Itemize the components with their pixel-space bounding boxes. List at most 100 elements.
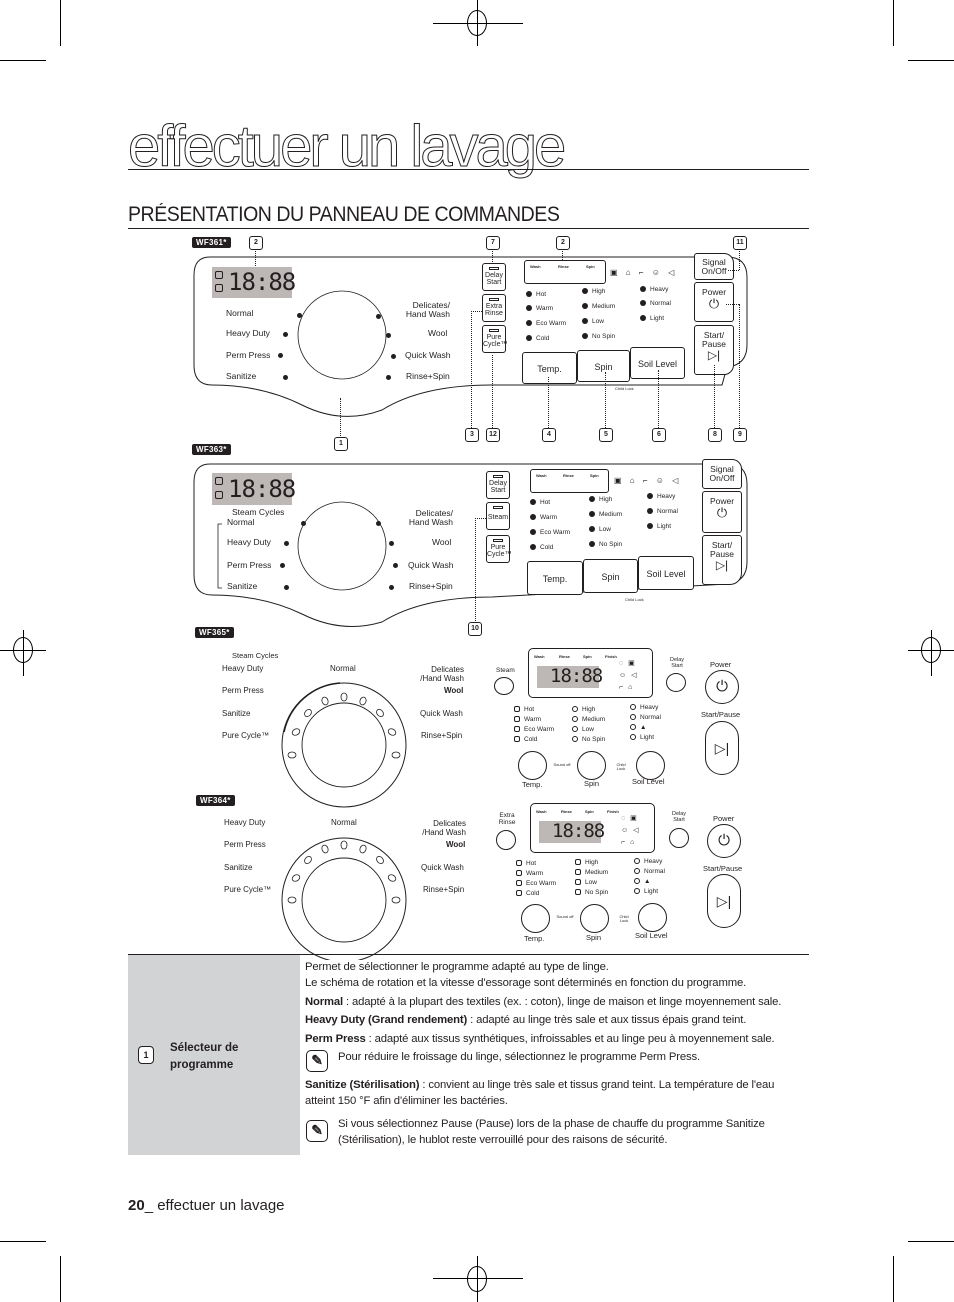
status-bar: Wash Rinse Spin [524, 260, 606, 284]
pure-cycle-button[interactable]: Pure Cycle™ [486, 535, 512, 563]
cycle-sanitize[interactable]: Sanitize [227, 582, 257, 591]
dial-rinse-spin[interactable]: Rinse+Spin [423, 886, 464, 894]
crop-mark [893, 1256, 894, 1302]
child-lock-label: Child Lock [616, 762, 626, 771]
dial-perm-press[interactable]: Perm Press [224, 841, 266, 849]
spin-low: Low [582, 318, 604, 326]
temp-button[interactable] [521, 904, 550, 933]
extra-rinse-label: Extra Rinse [498, 812, 516, 826]
signal-button[interactable]: Signal On/Off [702, 459, 742, 489]
cycle-normal[interactable]: Normal [226, 309, 253, 318]
delay-start-button[interactable] [666, 673, 686, 692]
cycle-perm-press[interactable]: Perm Press [226, 351, 270, 360]
soil-light: Light [634, 888, 658, 896]
cycle-sanitize[interactable]: Sanitize [226, 372, 256, 381]
callout-8: 8 [708, 428, 722, 442]
extra-rinse-button[interactable]: Extra Rinse [482, 294, 506, 322]
hourglass-icon [215, 284, 223, 292]
steam-button[interactable] [494, 677, 514, 695]
steam-button[interactable]: Steam [486, 502, 510, 530]
dial-quick-wash[interactable]: Quick Wash [420, 710, 463, 718]
cycle-delicates[interactable]: Delicates/ Hand Wash [405, 509, 453, 527]
soil-normal: Normal [634, 868, 665, 876]
crop-mark [908, 60, 954, 61]
program-dial[interactable] [270, 820, 430, 960]
dial-sanitize[interactable]: Sanitize [222, 710, 250, 718]
dial-perm-press[interactable]: Perm Press [222, 687, 264, 695]
soil-level-button[interactable] [636, 751, 665, 780]
crop-mark [908, 1241, 954, 1242]
cycle-wool[interactable]: Wool [432, 538, 451, 547]
cycle-indicator [283, 375, 288, 380]
dial-normal[interactable]: Normal [331, 819, 357, 827]
dial-rinse-spin[interactable]: Rinse+Spin [421, 732, 462, 740]
time-digits: 18:88 [228, 268, 296, 296]
spin-button[interactable] [580, 904, 609, 933]
temp-warm: Warm [530, 514, 557, 522]
power-icon: ⏻ [708, 295, 720, 311]
child-lock-label: Child Lock [619, 914, 629, 923]
soil-level-button[interactable]: Soil Level [638, 556, 694, 590]
temp-cold: Cold [526, 335, 549, 343]
page-footer: 20_ effectuer un lavage [128, 1197, 285, 1214]
dial-sanitize[interactable]: Sanitize [224, 864, 252, 872]
power-button[interactable]: ⏻ [707, 824, 741, 858]
status-icons: ▣ ⌂ ⌐ ☺ ◁ [614, 476, 682, 485]
dial-wool[interactable]: Wool [444, 687, 463, 695]
cycle-delicates[interactable]: Delicates/ Hand Wash [402, 301, 450, 319]
spin-button[interactable]: Spin [583, 559, 638, 593]
extra-rinse-button[interactable] [496, 830, 516, 850]
dial-pure-cycle[interactable]: Pure Cycle™ [224, 886, 271, 894]
delay-start-button[interactable] [669, 828, 689, 848]
cycle-quick-wash[interactable]: Quick Wash [408, 561, 454, 570]
power-label: Power [713, 814, 735, 823]
delay-start-button[interactable]: Delay Start [486, 471, 510, 499]
cycle-rinse-spin[interactable]: Rinse+Spin [409, 582, 453, 591]
program-dial[interactable] [270, 665, 430, 825]
cycle-quick-wash[interactable]: Quick Wash [405, 351, 451, 360]
temp-button[interactable] [518, 751, 547, 780]
cycle-rinse-spin[interactable]: Rinse+Spin [406, 372, 450, 381]
cycle-heavy-duty[interactable]: Heavy Duty [227, 538, 271, 547]
dial-pure-cycle[interactable]: Pure Cycle™ [222, 732, 269, 740]
start-pause-button[interactable]: ▷| [707, 874, 741, 928]
cycle-normal[interactable]: Normal [227, 518, 254, 527]
soil-heavy: Heavy [640, 286, 668, 294]
model-badge: WF361* [192, 237, 231, 248]
spin-medium: Medium [575, 869, 608, 877]
start-pause-button[interactable]: ▷| [705, 721, 739, 775]
steam-cycles-label: Steam Cycles [232, 651, 279, 660]
dial-wool[interactable]: Wool [446, 841, 465, 849]
dial-delicates[interactable]: Delicates /Hand Wash [418, 819, 466, 837]
delay-start-button[interactable]: Delay Start [482, 263, 506, 291]
start-pause-button[interactable]: Start/ Pause ▷| [702, 535, 742, 585]
cycle-indicator [278, 353, 283, 358]
hourglass-icon [215, 491, 223, 499]
dial-heavy-duty[interactable]: Heavy Duty [224, 819, 265, 827]
callout-3: 3 [465, 428, 479, 442]
dial-delicates[interactable]: Delicates /Hand Wash [416, 665, 464, 683]
dial-normal[interactable]: Normal [330, 665, 356, 673]
temp-button[interactable]: Temp. [527, 561, 583, 595]
callout-9: 9 [733, 428, 747, 442]
soil-level-button[interactable] [638, 903, 667, 932]
power-button[interactable]: ⏻ [705, 670, 739, 704]
temp-button[interactable]: Temp. [522, 352, 577, 384]
spin-high: High [582, 288, 605, 296]
cycle-heavy-duty[interactable]: Heavy Duty [226, 329, 270, 338]
callout-5: 5 [599, 428, 613, 442]
pure-cycle-button[interactable]: Pure Cycle™ [482, 325, 508, 353]
signal-button[interactable]: Signal On/Off [694, 253, 734, 280]
power-button[interactable]: Power ⏻ [702, 491, 742, 533]
power-button[interactable]: Power ⏻ [694, 282, 734, 322]
cycle-wool[interactable]: Wool [428, 329, 447, 338]
page-number: 20 [128, 1197, 145, 1214]
spin-button[interactable] [577, 751, 606, 780]
cycle-perm-press[interactable]: Perm Press [227, 561, 271, 570]
cycle-indicator [389, 585, 394, 590]
spin-button[interactable]: Spin [577, 350, 630, 382]
dial-quick-wash[interactable]: Quick Wash [421, 864, 464, 872]
row-number: 1 [138, 1046, 154, 1064]
play-pause-icon: ▷| [715, 557, 729, 572]
dial-heavy-duty[interactable]: Heavy Duty [222, 665, 263, 673]
